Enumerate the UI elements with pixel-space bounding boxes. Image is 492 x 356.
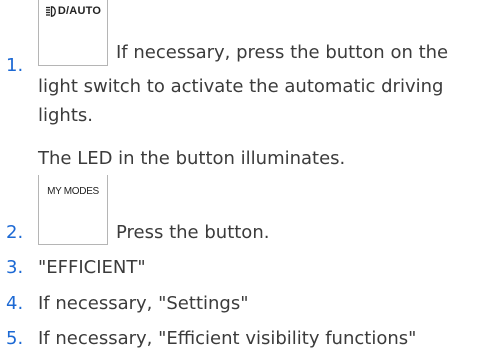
light-switch-button[interactable]: D/AUTO [38, 0, 108, 66]
step-text: If necessary, "Efficient visibility func… [38, 328, 417, 349]
step-text: If necessary, "Settings" [38, 293, 249, 314]
headlight-icon [45, 5, 56, 17]
step-text: Press the button. [116, 222, 270, 243]
button-label-text: MY MODES [47, 186, 99, 197]
step-number: 2. [6, 222, 24, 243]
button-label-text: D/AUTO [57, 5, 102, 17]
step-number: 5. [6, 328, 24, 349]
my-modes-button[interactable]: MY MODES [38, 175, 108, 245]
step-text-line: If necessary, press the button on the [116, 42, 449, 63]
step-number: 1. [6, 55, 24, 76]
step-number: 4. [6, 293, 24, 314]
step-text-line: light switch to activate the automatic d… [38, 76, 444, 97]
step-text: "EFFICIENT" [38, 257, 146, 278]
step-number: 3. [6, 257, 24, 278]
step-note: The LED in the button illuminates. [38, 148, 346, 169]
button-label: D/AUTO [39, 5, 107, 17]
button-label: MY MODES [39, 186, 107, 197]
step-text-line: lights. [38, 105, 93, 126]
